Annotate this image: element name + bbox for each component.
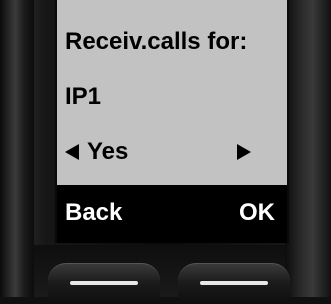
right-softkey-bar-icon: [200, 281, 268, 285]
account-name: IP1: [65, 83, 102, 110]
handset-bezel-left: [0, 0, 34, 297]
left-softkey-bar-icon: [70, 281, 138, 285]
handset-bezel-right: [285, 0, 331, 297]
display-screen: Receiv.calls for: IP1 Yes Back OK: [55, 0, 289, 243]
option-selector[interactable]: Yes: [65, 137, 279, 167]
softkey-bar: Back OK: [57, 185, 287, 243]
phone-handset: Receiv.calls for: IP1 Yes Back OK: [0, 0, 331, 304]
option-value: Yes: [87, 138, 129, 165]
softkey-ok-label[interactable]: OK: [239, 198, 275, 228]
left-softkey-button[interactable]: [48, 263, 160, 304]
triangle-right-icon[interactable]: [237, 144, 251, 160]
softkey-back-label[interactable]: Back: [65, 198, 122, 228]
menu-title: Receiv.calls for:: [65, 28, 248, 55]
triangle-left-icon[interactable]: [65, 144, 79, 160]
right-softkey-button[interactable]: [178, 263, 290, 304]
